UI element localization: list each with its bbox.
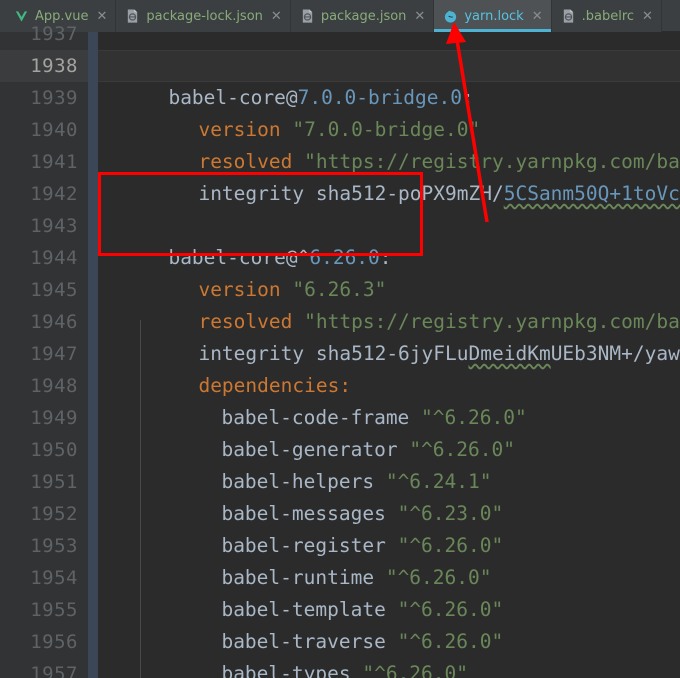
tab-label: yarn.lock	[464, 8, 524, 24]
line-number: 1944	[30, 247, 78, 269]
code-line-1945: resolved "https://registry.yarnpkg.com/b…	[128, 274, 680, 333]
code-line-1949: babel-generator "^6.26.0"	[151, 402, 515, 461]
close-icon[interactable]: ✕	[642, 10, 653, 23]
tab-package-json[interactable]: package.json ✕	[290, 0, 435, 32]
token-integrity-hash-c: UEb3NM+/yawG	[550, 342, 680, 365]
code-line-1948: babel-code-frame "^6.26.0"	[151, 370, 526, 429]
tab-label: package.json	[320, 8, 407, 24]
code-line-1946: integrity sha512-6jyFLuDmeidKmUEb3NM+/ya…	[128, 306, 680, 365]
line-number: 1953	[30, 535, 78, 557]
line-number: 1948	[30, 375, 78, 397]
close-icon[interactable]: ✕	[96, 10, 107, 23]
json-file-icon	[561, 8, 576, 24]
code-line-1955: babel-traverse "^6.26.0"	[151, 594, 503, 653]
line-number: 1957	[30, 663, 78, 678]
tab-package-lock-json[interactable]: package-lock.json ✕	[116, 0, 291, 32]
line-number: 1941	[30, 151, 78, 173]
tab-label: .babelrc	[581, 8, 635, 24]
tab-babelrc[interactable]: .babelrc ✕	[551, 0, 662, 32]
line-number: 1952	[30, 503, 78, 525]
code-line-1947: dependencies:	[128, 338, 351, 397]
close-icon[interactable]: ✕	[414, 10, 425, 23]
line-number: 1946	[30, 311, 78, 333]
line-number: 1943	[30, 215, 78, 237]
code-line-1951: babel-messages "^6.23.0"	[151, 466, 503, 525]
token-integrity-keyword: integrity	[198, 182, 305, 205]
line-number: 1956	[30, 631, 78, 653]
line-number: 1947	[30, 343, 78, 365]
token-integrity-hash-a: sha512-poPX9mZH/	[315, 182, 504, 205]
line-number-gutter[interactable]: 1937 1938 1939 1940 1941 1942 1943 1944 …	[0, 23, 88, 678]
code-line-1957: babylon "^6.18.0"	[151, 658, 421, 678]
code-line-1941: integrity sha512-poPX9mZH/5CSanm50Q+1toV…	[128, 146, 680, 205]
line-number: 1937	[30, 23, 78, 45]
code-line-1953: babel-runtime "^6.26.0"	[151, 530, 491, 589]
code-line-1944: version "6.26.3"	[128, 242, 386, 301]
line-number: 1940	[30, 119, 78, 141]
editor-window: App.vue ✕ package-lock.json ✕ package.js…	[0, 0, 680, 678]
line-number: 1938	[30, 55, 78, 77]
line-number: 1954	[30, 567, 78, 589]
line-number: 1939	[30, 87, 78, 109]
token-integrity-hash-b: DmeidKm	[468, 342, 551, 365]
close-icon[interactable]: ✕	[271, 10, 282, 23]
yarn-file-icon	[443, 8, 458, 24]
json-file-icon	[300, 8, 315, 24]
gutter-separator-strip	[88, 32, 98, 678]
editor-tab-bar: App.vue ✕ package-lock.json ✕ package.js…	[0, 0, 680, 32]
code-line-1954: babel-template "^6.26.0"	[151, 562, 503, 621]
line-number: 1950	[30, 439, 78, 461]
token-integrity-hash-b: 5CSanm50Q+1toVci	[503, 182, 680, 205]
line-number: 1942	[30, 183, 78, 205]
line-number: 1945	[30, 279, 78, 301]
line-number: 1951	[30, 471, 78, 493]
line-number: 1955	[30, 599, 78, 621]
json-file-icon	[125, 8, 140, 24]
code-line-1938: babel-core@7.0.0-bridge.0:	[98, 50, 473, 109]
tab-yarn-lock[interactable]: yarn.lock ✕	[434, 0, 552, 32]
code-line-1940: resolved "https://registry.yarnpkg.com/b…	[128, 114, 680, 173]
code-line-1943: babel-core@^6.26.0:	[98, 210, 391, 269]
code-line-1950: babel-helpers "^6.24.1"	[151, 434, 491, 493]
tab-label: package-lock.json	[146, 8, 263, 24]
line-number: 1949	[30, 407, 78, 429]
code-editor-area[interactable]: babel-core@7.0.0-bridge.0: version "7.0.…	[98, 32, 680, 678]
code-line-1939: version "7.0.0-bridge.0"	[128, 82, 480, 141]
close-icon[interactable]: ✕	[532, 10, 543, 23]
code-line-1956: babel-types "^6.26.0"	[151, 626, 468, 678]
code-line-1952: babel-register "^6.26.0"	[151, 498, 503, 557]
